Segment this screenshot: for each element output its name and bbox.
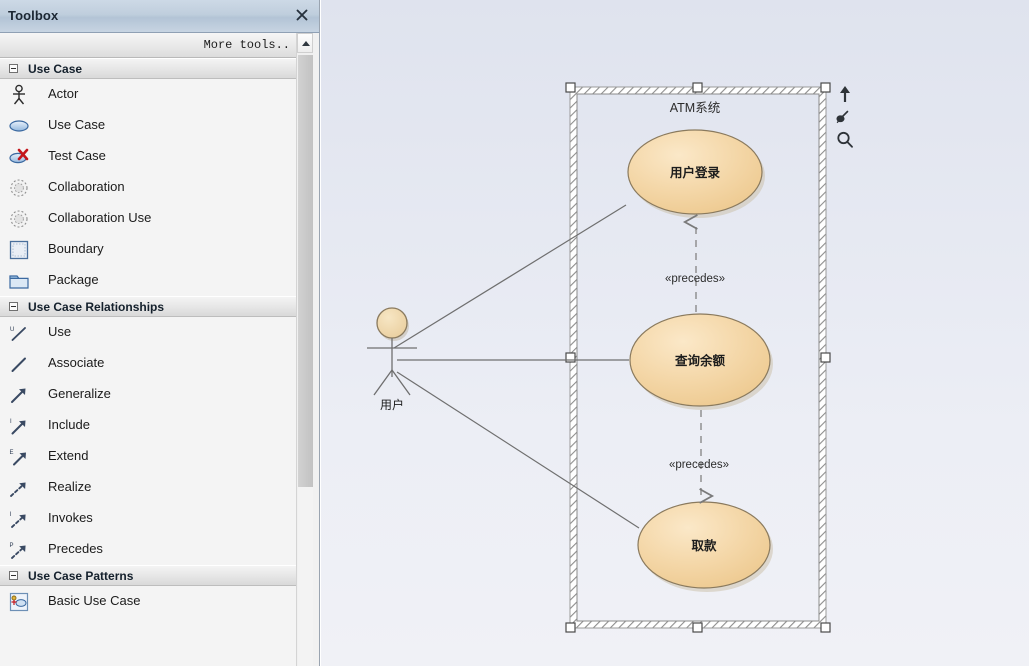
toolbox-item-label: Invokes [48,510,93,525]
package-icon [8,270,30,292]
more-tools-bar[interactable]: More tools.. [0,33,296,58]
svg-text:P: P [10,543,14,549]
magnifier-zoom-icon[interactable] [835,130,855,150]
toolbox-item-label: Extend [48,448,89,463]
toolbox-group-label: Use Case Patterns [28,569,134,583]
toolbox-item-invokes[interactable]: I Invokes [0,503,296,534]
toolbox-item-label: Collaboration Use [48,210,152,225]
relationship-stereotype-label: «precedes» [669,459,729,471]
precedes-relationship-2[interactable]: «precedes» [669,410,729,504]
toolbox-item-extend[interactable]: E Extend [0,441,296,472]
toolbox-panel: Toolbox More tools.. Use Case Actor Use … [0,0,320,666]
toolbox-item-realize[interactable]: Realize [0,472,296,503]
basic-use-case-pattern-icon [8,591,30,613]
toolbox-item-label: Use [48,324,72,339]
collaboration-use-icon [8,208,30,230]
use-case-label: 取款 [691,538,717,553]
use-case-balance[interactable]: 查询余额 [629,313,773,410]
toolbox-item-actor[interactable]: Actor [0,79,296,110]
realize-link-icon [8,477,30,499]
toolbox-item-package[interactable]: Package [0,265,296,296]
use-case-label: 查询余额 [674,353,726,368]
actor-icon [8,84,30,106]
diagram-canvas[interactable]: ATM系统 用户登录 查询余额 取款 «precedes» «precedes»… [321,0,1029,666]
generalize-link-icon [8,384,30,406]
toolbox-item-label: Associate [48,355,105,370]
use-case-label: 用户登录 [669,165,721,180]
toolbox-group-header[interactable]: Use Case Relationships [0,296,296,317]
toolbox-item-label: Actor [48,86,79,101]
toolbox-item-generalize[interactable]: Generalize [0,379,296,410]
toolbox-group-header[interactable]: Use Case [0,58,296,79]
svg-text:E: E [10,450,14,456]
use-case-login[interactable]: 用户登录 [627,129,765,218]
association-lines [393,204,640,529]
test-case-icon [8,146,30,168]
precedes-link-icon: P [8,539,30,561]
application-window: Toolbox More tools.. Use Case Actor Use … [0,0,1029,666]
svg-text:I: I [10,419,12,425]
use-case-diagram: ATM系统 用户登录 查询余额 取款 «precedes» «precedes»… [367,82,831,633]
invokes-link-icon: I [8,508,30,530]
precedes-relationship-1[interactable]: «precedes» [665,214,725,312]
use-case-withdraw[interactable]: 取款 [637,501,773,592]
toolbox-item-label: Realize [48,479,92,494]
toolbox-item-list: Use Case Actor Use Case Test Case Collab… [0,58,296,666]
scrollbar-track[interactable] [298,487,313,666]
minus-box-icon[interactable] [9,302,18,311]
toolbox-item-label: Test Case [48,148,106,163]
toolbox-item-precedes[interactable]: P Precedes [0,534,296,565]
extend-link-icon: E [8,446,30,468]
toolbox-item-collaboration-use[interactable]: Collaboration Use [0,203,296,234]
toolbox-group-label: Use Case [28,62,83,76]
include-link-icon: I [8,415,30,437]
arrow-up-icon[interactable] [835,84,855,104]
toolbox-item-label: Generalize [48,386,111,401]
toolbox-item-collaboration[interactable]: Collaboration [0,172,296,203]
chevron-up-icon[interactable] [297,33,313,53]
more-tools-label[interactable]: More tools.. [204,38,290,52]
toolbox-item-label: Use Case [48,117,106,132]
toolbox-group-label: Use Case Relationships [28,300,165,314]
toolbox-item-label: Package [48,272,99,287]
relationship-stereotype-label: «precedes» [665,273,725,285]
toolbox-item-associate[interactable]: Associate [0,348,296,379]
toolbox-item-use[interactable]: U Use [0,317,296,348]
close-icon[interactable] [294,7,310,23]
pointer-select-icon[interactable] [835,108,855,128]
scrollbar-thumb[interactable] [298,55,313,487]
toolbox-group-header[interactable]: Use Case Patterns [0,565,296,586]
actor-label: 用户 [380,397,404,412]
toolbox-item-label: Include [48,417,90,432]
toolbox-title-label: Toolbox [8,8,59,23]
toolbox-item-use-case[interactable]: Use Case [0,110,296,141]
toolbox-title-bar: Toolbox [0,0,319,33]
minus-box-icon[interactable] [9,64,18,73]
toolbox-item-label: Boundary [48,241,104,256]
svg-text:I: I [10,512,12,518]
boundary-icon [8,239,30,261]
toolbox-item-include[interactable]: I Include [0,410,296,441]
boundary-label: ATM系统 [670,101,720,115]
svg-text:U: U [10,327,14,333]
toolbox-scrollbar[interactable] [296,33,313,666]
toolbox-item-label: Collaboration [48,179,125,194]
associate-link-icon [8,353,30,375]
toolbox-item-basic-use-case[interactable]: Basic Use Case [0,586,296,617]
toolbox-item-test-case[interactable]: Test Case [0,141,296,172]
toolbox-item-boundary[interactable]: Boundary [0,234,296,265]
minus-box-icon[interactable] [9,571,18,580]
toolbox-item-label: Precedes [48,541,103,556]
collaboration-icon [8,177,30,199]
toolbox-item-label: Basic Use Case [48,593,141,608]
use-case-ellipse-icon [8,115,30,137]
use-link-icon: U [8,322,30,344]
